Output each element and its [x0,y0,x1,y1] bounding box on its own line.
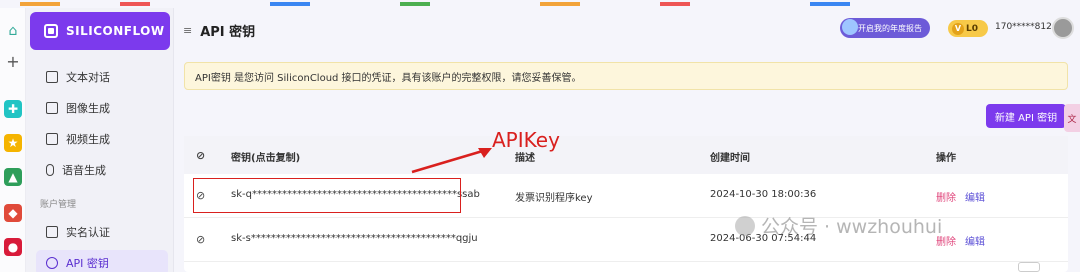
user-phone[interactable]: 170*****812 [995,22,1052,32]
sidebar-item-verification[interactable]: 实名认证 [36,219,168,245]
vip-icon: V [952,22,964,35]
app-icon-red[interactable]: ◆ [4,204,22,222]
eye-off-icon[interactable]: ⊘ [196,149,205,162]
notice-banner: API密钥 是您访问 SiliconCloud 接口的凭证，具有该账户的完整权限… [184,62,1068,90]
key-created-time: 2024-10-30 18:00:36 [710,189,817,200]
key-value[interactable]: sk-s************************************… [231,233,478,244]
sidebar-item-video-gen[interactable]: 视频生成 [36,126,168,152]
siliconflow-logo[interactable]: SILICONFLOW [30,12,170,50]
menu-icon[interactable]: ≡ [183,24,192,37]
col-created: 创建时间 [710,153,750,164]
app-icon-crimson[interactable]: ● [4,238,22,256]
app-icon-star[interactable]: ★ [4,134,22,152]
wechat-icon [735,215,755,236]
video-icon [46,133,58,145]
edit-link[interactable]: 编辑 [965,233,985,248]
report-icon [842,19,858,35]
level-badge[interactable]: V L0 [948,20,988,37]
annotation-arrow [411,148,492,174]
page-title: API 密钥 [200,24,256,40]
sidebar: SILICONFLOW 文本对话 图像生成 视频生成 语音生成 账户管理 实名认… [26,8,174,272]
key-description: 发票识别程序key [515,193,593,204]
annotation-label: APIKey [492,128,560,152]
annual-report-button[interactable]: 开启我的年度报告 [840,18,930,38]
account-section-label: 账户管理 [40,200,77,210]
add-icon[interactable]: + [4,52,22,71]
image-icon [46,102,58,114]
chat-icon [46,71,58,83]
bookmark-strip [0,0,1080,8]
id-card-icon [46,226,58,238]
col-actions: 操作 [936,153,956,164]
app-icon-teal[interactable]: ✚ [4,100,22,118]
highlight-box [193,178,461,213]
browser-dock: ⌂ + ✚ ★ ▲ ◆ ● [0,8,26,272]
sidebar-item-image-gen[interactable]: 图像生成 [36,95,168,121]
sidebar-item-voice-gen[interactable]: 语音生成 [36,157,168,183]
logo-icon [44,24,58,38]
top-header: ≡ API 密钥 开启我的年度报告 V L0 170*****812 [175,8,1080,52]
key-icon [46,257,58,269]
watermark: 公众号 · wwzhouhui [735,212,942,239]
delete-link[interactable]: 删除 [936,189,956,204]
edit-link[interactable]: 编辑 [965,189,985,204]
avatar[interactable] [1052,17,1074,39]
pagination-box[interactable] [1018,262,1040,272]
sidebar-item-api-keys[interactable]: API 密钥 [36,250,168,272]
table-header: ⊘ 密钥(点击复制) 描述 创建时间 操作 [184,136,1068,174]
mic-icon [46,164,54,176]
sidebar-item-text-chat[interactable]: 文本对话 [36,64,168,90]
col-key: 密钥(点击复制) [231,153,301,164]
app-icon-green[interactable]: ▲ [4,168,22,186]
eye-off-icon[interactable]: ⊘ [196,233,205,246]
new-api-key-button[interactable]: 新建 API 密钥 [986,104,1066,128]
side-float-icon[interactable]: 文 [1064,104,1080,132]
home-icon[interactable]: ⌂ [4,22,22,40]
